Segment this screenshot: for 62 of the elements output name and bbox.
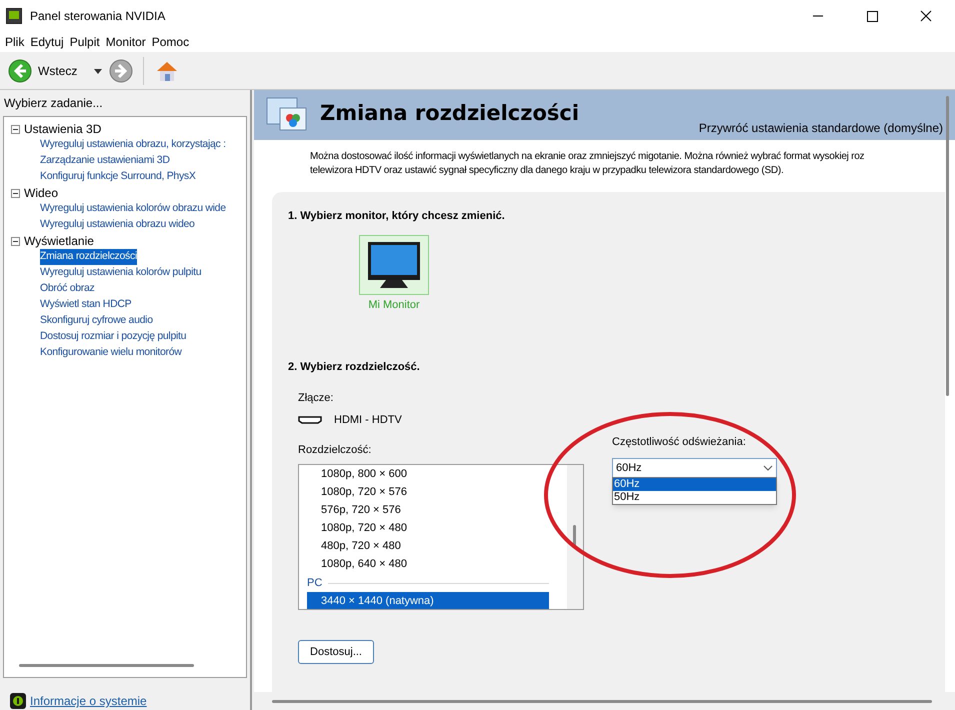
dropdown-option[interactable]: 60Hz	[613, 478, 776, 491]
resolution-option[interactable]: 576p, 720 × 576	[307, 501, 549, 519]
group-header: PC	[307, 576, 322, 591]
page-title: Zmiana rozdzielczości	[320, 100, 580, 127]
resolution-label: Rozdzielczość:	[298, 442, 372, 458]
hdmi-port-icon	[298, 416, 322, 424]
collapse-icon[interactable]	[11, 124, 20, 134]
vertical-scrollbar[interactable]	[567, 465, 583, 609]
tree-item[interactable]: Wyreguluj ustawienia obrazu, korzystając :	[40, 137, 226, 153]
tree-group-label[interactable]: Wideo	[24, 184, 58, 202]
horizontal-scrollbar[interactable]	[272, 700, 932, 702]
menu-item[interactable]: Pulpit	[66, 33, 103, 51]
tree-group-label[interactable]: Wyświetlanie	[24, 232, 94, 250]
menu-item[interactable]: Monitor	[102, 33, 149, 51]
sidebar-heading: Wybierz zadanie...	[3, 95, 104, 112]
back-button[interactable]: Wstecz	[38, 62, 78, 80]
app-icon	[6, 8, 22, 24]
resolution-option[interactable]: 480p, 720 × 480	[307, 537, 549, 555]
tree-group-label[interactable]: Ustawienia 3D	[24, 120, 102, 138]
monitor-tile[interactable]	[359, 234, 429, 294]
menu-item[interactable]: Pomoc	[148, 33, 192, 51]
collapse-icon[interactable]	[11, 188, 20, 198]
tree-item[interactable]: Konfigurowanie wielu monitorów	[40, 345, 182, 361]
step-heading: 1. Wybierz monitor, który chcesz zmienić.	[288, 209, 506, 224]
chevron-down-icon	[763, 465, 773, 471]
tree-item[interactable]: Wyreguluj ustawienia kolorów pulpitu	[40, 265, 202, 281]
customize-button[interactable]: Dostosuj...	[298, 640, 374, 664]
tree-item[interactable]: Wyświetl stan HDCP	[40, 297, 132, 313]
menu-item[interactable]: Edytuj	[27, 33, 67, 51]
tree-item[interactable]: Skonfiguruj cyfrowe audio	[40, 313, 153, 329]
tree-item[interactable]: Zmiana rozdzielczości	[40, 249, 137, 265]
tree-item[interactable]: Wyreguluj ustawienia kolorów obrazu wide	[40, 201, 226, 217]
dropdown-option[interactable]: 50Hz	[613, 491, 776, 504]
refresh-rate-label: Częstotliwość odświeżania:	[612, 434, 747, 450]
system-info-link[interactable]: Informacje o systemie	[30, 692, 147, 710]
resolution-option[interactable]: 1080p, 640 × 480	[307, 555, 549, 573]
tree-item[interactable]: Konfiguruj funkcje Surround, PhysX	[40, 169, 196, 185]
resolution-list[interactable]: 1080p, 800 × 600 1080p, 720 × 576 576p, 720 × 576 1080p, 720 × 480 480p, 720 × 480 1080p, 640 × 480 PC 3440 × 1440 (natywna)	[298, 464, 584, 610]
resolution-option[interactable]: 1080p, 800 × 600	[307, 465, 549, 483]
resolution-option[interactable]: 1080p, 720 × 576	[307, 483, 549, 501]
tree-item[interactable]: Zarządzanie ustawieniami 3D	[40, 153, 170, 169]
restore-defaults-link[interactable]: Przywróć ustawienia standardowe (domyślne)	[698, 119, 943, 137]
collapse-icon[interactable]	[11, 236, 20, 246]
tree-item[interactable]: Dostosuj rozmiar i pozycję pulpitu	[40, 329, 186, 345]
horizontal-scrollbar[interactable]	[19, 664, 194, 667]
tree-item[interactable]: Obróć obraz	[40, 281, 94, 297]
connector-value: HDMI - HDTV	[334, 413, 402, 428]
refresh-rate-dropdown[interactable]: 60Hz	[612, 458, 777, 478]
tree-item[interactable]: Wyreguluj ustawienia obrazu wideo	[40, 217, 195, 233]
monitor-label: Mi Monitor	[368, 298, 420, 312]
step-heading: 2. Wybierz rozdzielczość.	[288, 360, 421, 375]
connector-label: Złącze:	[298, 390, 334, 406]
resolution-option[interactable]: 1080p, 720 × 480	[307, 519, 549, 537]
info-icon	[10, 693, 26, 709]
vertical-scrollbar[interactable]	[946, 96, 949, 396]
monitor-icon	[366, 240, 422, 290]
description-text: Można dostosować ilość informacji wyświetlanych na ekranie oraz zmniejszyć migotanie. Można również wybrać format wysokiej roz	[310, 150, 864, 164]
scrollbar-thumb[interactable]	[573, 525, 576, 547]
menu-item[interactable]: Plik	[2, 33, 28, 51]
description-text: telewizora HDTV oraz ustawić sygnał specyficzny dla danego kraju w przypadku telewizora standardowego (SD).	[310, 164, 784, 178]
window-title: Panel sterowania NVIDIA	[30, 8, 166, 25]
resolution-option[interactable]: 3440 × 1440 (natywna)	[307, 592, 549, 609]
